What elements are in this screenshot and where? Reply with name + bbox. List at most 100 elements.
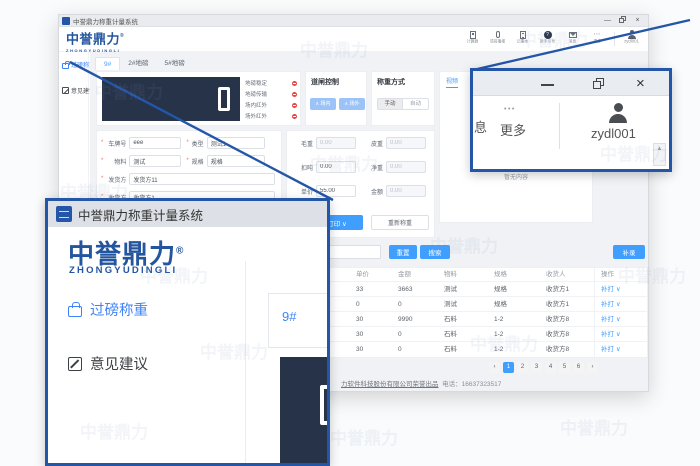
status-scale-transmit: 地磅传输	[245, 90, 297, 98]
weigh-mode-card: 称重方式 手动 自动	[371, 71, 435, 126]
supplement-button[interactable]: 补录	[613, 245, 645, 259]
page-button[interactable]: 2	[517, 362, 528, 373]
shipper-input[interactable]	[129, 173, 275, 185]
tab-scale-2[interactable]: 2#地磅	[120, 57, 156, 70]
status-dot-icon	[292, 81, 297, 86]
gross-label: 毛重	[291, 139, 313, 148]
message-icon	[569, 32, 577, 38]
net-input	[386, 161, 426, 173]
toolbar-guide[interactable]: ? 新手引导	[535, 30, 560, 45]
edit-icon	[62, 87, 69, 94]
toolbar-calculator[interactable]: 计算器	[460, 30, 485, 45]
callout-window-title: 中誉鼎力称重计量系统	[78, 205, 203, 224]
callout-tab-9: 9#	[282, 309, 296, 324]
app-icon	[62, 17, 70, 25]
registered-mark: ®	[176, 245, 184, 256]
reprint-link[interactable]: 补打 ∨	[594, 312, 647, 326]
reprint-link[interactable]: 补打 ∨	[594, 297, 647, 311]
company-credit: 力软件科技股份有限公司荣誉出品	[341, 381, 439, 388]
spec-label: 规格	[190, 157, 204, 166]
user-name: zydl001	[621, 39, 642, 44]
tab-scale-5[interactable]: 5#地磅	[156, 57, 192, 70]
minimize-icon[interactable]: —	[600, 15, 615, 27]
next-page-icon[interactable]: ›	[587, 362, 598, 373]
callout-titlebar: 中誉鼎力称重计量系统	[48, 201, 327, 227]
toolbar-more[interactable]: ⋯ 更多	[585, 30, 610, 45]
reprint-link[interactable]: 补打 ∨	[594, 282, 647, 296]
toolbar-divider	[614, 32, 615, 46]
user-menu[interactable]: zydl001	[619, 30, 644, 45]
toolbar-notepad[interactable]: 记事本	[510, 30, 535, 45]
page-button[interactable]: 4	[545, 362, 556, 373]
shipper-label: 发货方	[104, 175, 126, 184]
chevron-down-icon: ∨	[342, 221, 347, 228]
callout-titlebar: ×	[473, 71, 669, 96]
amount-input	[386, 185, 426, 197]
callout-tab-frame	[268, 293, 327, 347]
material-input[interactable]	[129, 155, 181, 167]
divider	[559, 103, 560, 149]
brand-name: 中誉鼎力	[66, 31, 120, 46]
gate-inner-button[interactable]: ∧ 场内	[310, 98, 336, 110]
net-label: 净重	[361, 163, 383, 172]
spec-input[interactable]	[207, 155, 265, 167]
chevron-up-icon: ∧	[315, 101, 319, 107]
brand-logo: 中誉鼎力® ZHONGYUDINGLI	[66, 30, 124, 53]
app-header: 中誉鼎力® ZHONGYUDINGLI 计算器 语音播报 记事本 ? 新手引导	[59, 27, 648, 52]
plate-label: 车牌号	[104, 139, 126, 148]
deduct-label: 扣吨	[291, 163, 313, 172]
guide-icon: ?	[544, 31, 552, 39]
page-button[interactable]: 5	[559, 362, 570, 373]
price-label: 单价	[291, 187, 313, 196]
scale-tabs: 9# 2#地磅 5#地磅	[95, 57, 193, 70]
user-name: zydl001	[591, 126, 636, 141]
deduct-input[interactable]	[316, 161, 356, 173]
reset-button[interactable]: 重置	[389, 245, 417, 259]
reprint-link[interactable]: 补打 ∨	[594, 342, 647, 357]
search-button[interactable]: 搜索	[420, 245, 450, 259]
reprint-link[interactable]: 补打 ∨	[594, 327, 647, 341]
seven-segment-zero	[218, 87, 230, 111]
registered-mark: ®	[120, 33, 124, 39]
gate-outer-button[interactable]: ∧ 场外	[339, 98, 365, 110]
restore-icon[interactable]	[615, 15, 630, 27]
more-icon: •••	[504, 106, 516, 113]
user-icon	[627, 30, 636, 39]
callout-sidebar-zoom: 中誉鼎力称重计量系统 中誉鼎力® ZHONGYUDINGLI 过磅称重 意见建议…	[45, 198, 330, 466]
status-dot-icon	[292, 92, 297, 97]
plate-input[interactable]	[129, 137, 181, 149]
scrollbar-up-icon: ▲	[653, 143, 666, 166]
header-toolbar: 计算器 语音播报 记事本 ? 新手引导 消息 ⋯ 更多	[460, 30, 644, 46]
footer: 力软件科技股份有限公司荣誉出品 电话：16637323517	[341, 378, 501, 388]
close-icon[interactable]: ×	[630, 15, 645, 27]
notepad-icon	[520, 31, 526, 39]
mode-manual-button[interactable]: 手动	[377, 98, 403, 110]
sidebar-divider	[245, 261, 246, 463]
tare-label: 皮重	[361, 139, 383, 148]
tab-scale-9[interactable]: 9#	[95, 57, 120, 70]
type-input[interactable]	[207, 137, 265, 149]
page-button[interactable]: 3	[531, 362, 542, 373]
page-button[interactable]: 1	[503, 362, 514, 373]
price-input[interactable]	[316, 185, 356, 197]
status-infrared-in: 场内红外	[245, 101, 297, 109]
callout-user-zoom: × 息 ••• 更多 zydl001 ▲	[470, 68, 672, 172]
tab-video[interactable]: 视频	[446, 76, 458, 88]
user-icon	[608, 103, 628, 123]
toolbar-voice[interactable]: 语音播报	[485, 30, 510, 45]
chevron-down-icon: ∨	[616, 316, 621, 323]
page-button[interactable]: 6	[573, 362, 584, 373]
empty-placeholder: 暂无内容	[440, 172, 592, 181]
app-icon	[56, 206, 72, 222]
weigh-icon	[68, 306, 82, 317]
minimize-icon	[541, 84, 554, 86]
brand-subtitle: ZHONGYUDINGLI	[69, 265, 177, 276]
phone-number: 电话：16637323517	[442, 381, 501, 388]
mode-auto-button[interactable]: 自动	[403, 98, 429, 110]
prev-page-icon[interactable]: ‹	[489, 362, 500, 373]
calculator-icon	[470, 31, 476, 39]
toolbar-message[interactable]: 消息	[560, 30, 585, 45]
callout-sidebar-item-feedback: 意见建议	[68, 353, 148, 374]
more-label: 更多	[500, 120, 526, 139]
reweigh-button[interactable]: 重新称重	[371, 215, 429, 230]
